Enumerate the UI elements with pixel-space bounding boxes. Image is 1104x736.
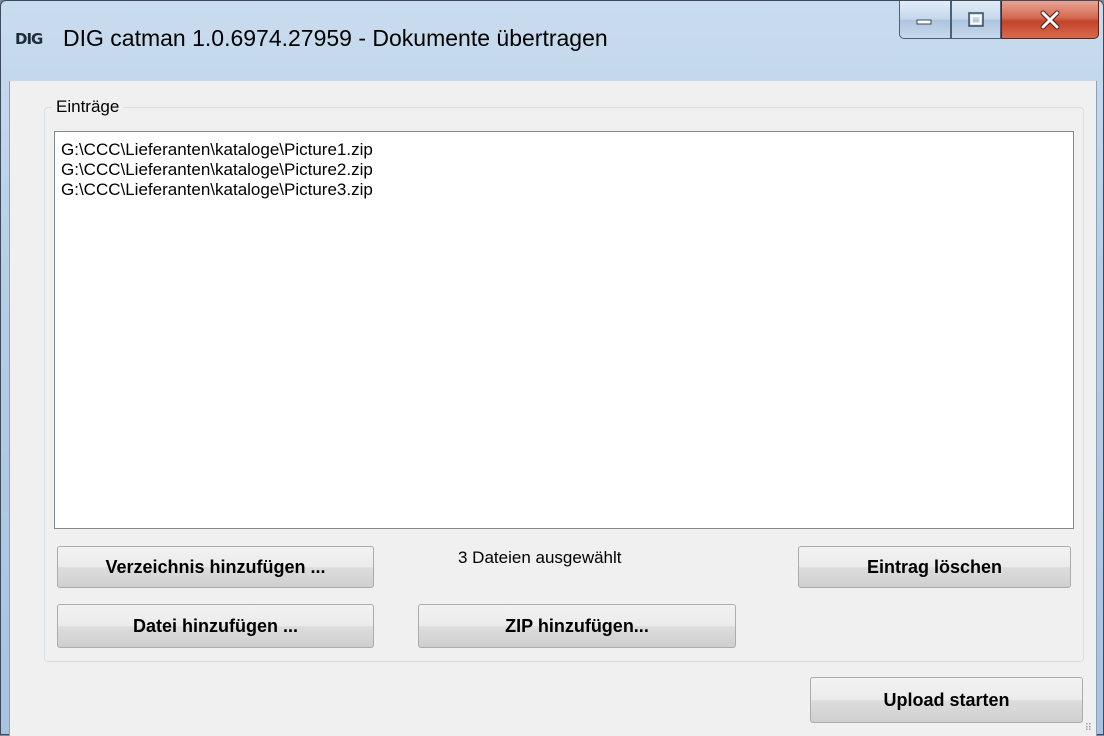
resize-grip-icon[interactable]: ⠿ <box>1085 723 1092 734</box>
app-logo: DIG <box>15 30 43 48</box>
maximize-button[interactable] <box>951 1 1001 39</box>
close-button[interactable] <box>1001 1 1099 39</box>
window-title: DIG catman 1.0.6974.27959 - Dokumente üb… <box>63 25 608 51</box>
list-item[interactable]: G:\CCC\Lieferanten\kataloge\Picture3.zip <box>61 180 1067 200</box>
selection-status: 3 Dateien ausgewählt <box>458 548 622 567</box>
add-directory-button[interactable]: Verzeichnis hinzufügen ... <box>57 546 374 588</box>
dialog-window: DIG DIG catman 1.0.6974.27959 - Dokument… <box>0 0 1104 736</box>
title-bar[interactable]: DIG DIG catman 1.0.6974.27959 - Dokument… <box>1 1 1103 81</box>
add-zip-button[interactable]: ZIP hinzufügen... <box>418 604 736 648</box>
start-upload-button[interactable]: Upload starten <box>810 677 1083 723</box>
entries-listbox[interactable]: G:\CCC\Lieferanten\kataloge\Picture1.zip… <box>54 131 1074 529</box>
delete-entry-button[interactable]: Eintrag löschen <box>798 546 1071 588</box>
list-item[interactable]: G:\CCC\Lieferanten\kataloge\Picture1.zip <box>61 140 1067 160</box>
add-file-button[interactable]: Datei hinzufügen ... <box>57 604 374 648</box>
dialog-client-area: Einträge G:\CCC\Lieferanten\kataloge\Pic… <box>9 81 1097 736</box>
minimize-icon <box>916 19 932 24</box>
close-icon <box>1040 10 1060 29</box>
minimize-button[interactable] <box>899 1 951 39</box>
list-item[interactable]: G:\CCC\Lieferanten\kataloge\Picture2.zip <box>61 160 1067 180</box>
maximize-icon <box>968 11 984 27</box>
entries-group-label: Einträge <box>52 97 124 117</box>
